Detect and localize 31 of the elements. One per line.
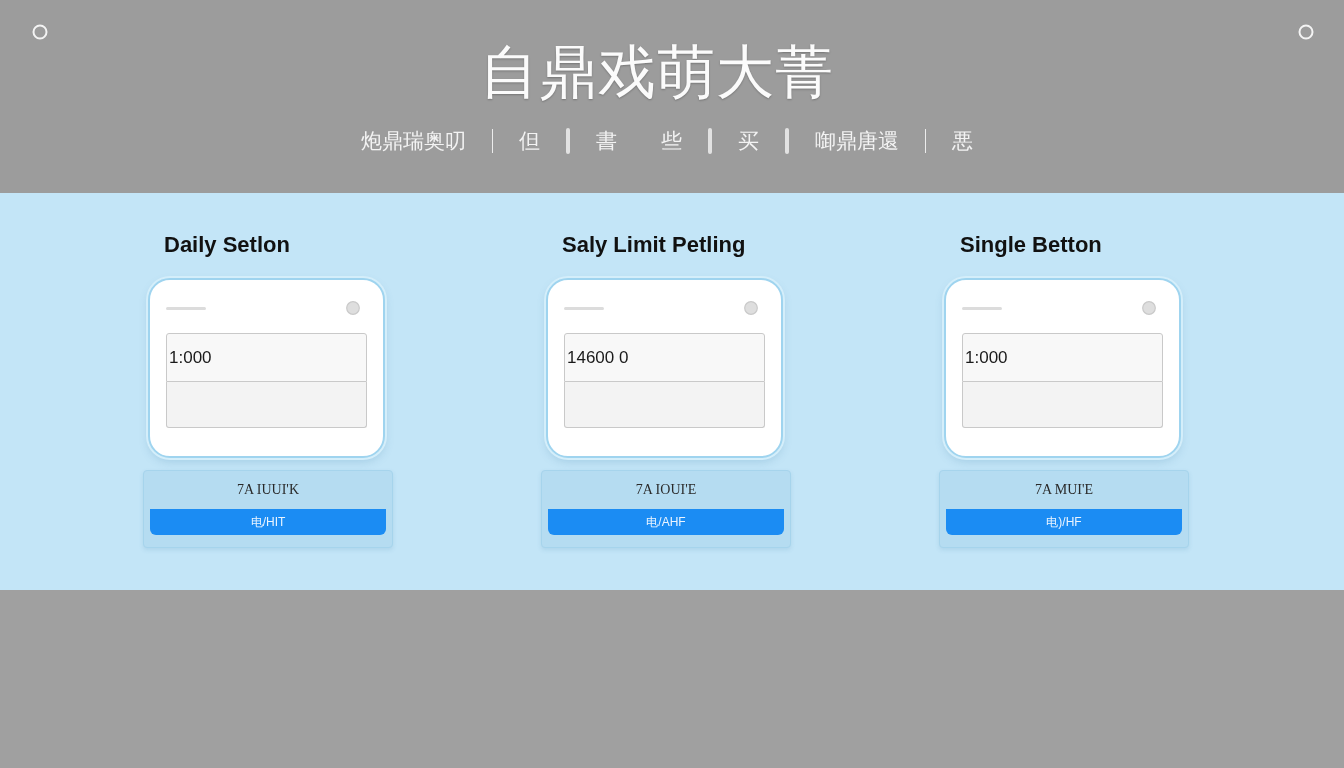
input-field[interactable]: [166, 382, 367, 428]
circle-icon: [1142, 301, 1156, 315]
dash-icon: [962, 306, 1002, 310]
input-field[interactable]: [564, 382, 765, 428]
nav-link[interactable]: 但: [519, 129, 540, 153]
tray-label: 7A IOUI'E: [635, 481, 697, 499]
confirm-button[interactable]: 电/HIT: [150, 509, 386, 535]
nav-link[interactable]: 买: [738, 129, 759, 153]
dash-icon: [564, 306, 604, 310]
ring-icon: [32, 24, 48, 40]
page-title: 自鼎戏萌大菁: [480, 40, 834, 104]
nav-link[interactable]: 些: [661, 129, 682, 153]
nav-link[interactable]: 書: [596, 129, 617, 153]
amount-input[interactable]: 1:000: [962, 333, 1163, 382]
tray-label: 7A IUUI'K: [237, 481, 299, 499]
input-field[interactable]: [962, 382, 1163, 428]
nav-link[interactable]: 炮鼎瑞奥叨: [361, 129, 466, 153]
setting-title: Saly Limit Petling: [562, 233, 747, 257]
tray-label: 7A MUI'E: [1034, 481, 1094, 499]
amount-input[interactable]: 14600 0: [564, 333, 765, 382]
nav-link[interactable]: 啣鼎唐還: [815, 129, 899, 153]
amount-input[interactable]: 1:000: [166, 333, 367, 382]
setting-title: Daily Setlon: [164, 233, 291, 257]
ring-icon: [1298, 24, 1314, 40]
setting-title: Single Betton: [960, 233, 1103, 257]
confirm-button[interactable]: 电/AHF: [548, 509, 784, 535]
circle-icon: [346, 301, 360, 315]
dash-icon: [166, 306, 206, 310]
circle-icon: [744, 301, 758, 315]
nav-link[interactable]: 悪: [952, 129, 973, 153]
confirm-button[interactable]: 电)/HF: [946, 509, 1182, 535]
